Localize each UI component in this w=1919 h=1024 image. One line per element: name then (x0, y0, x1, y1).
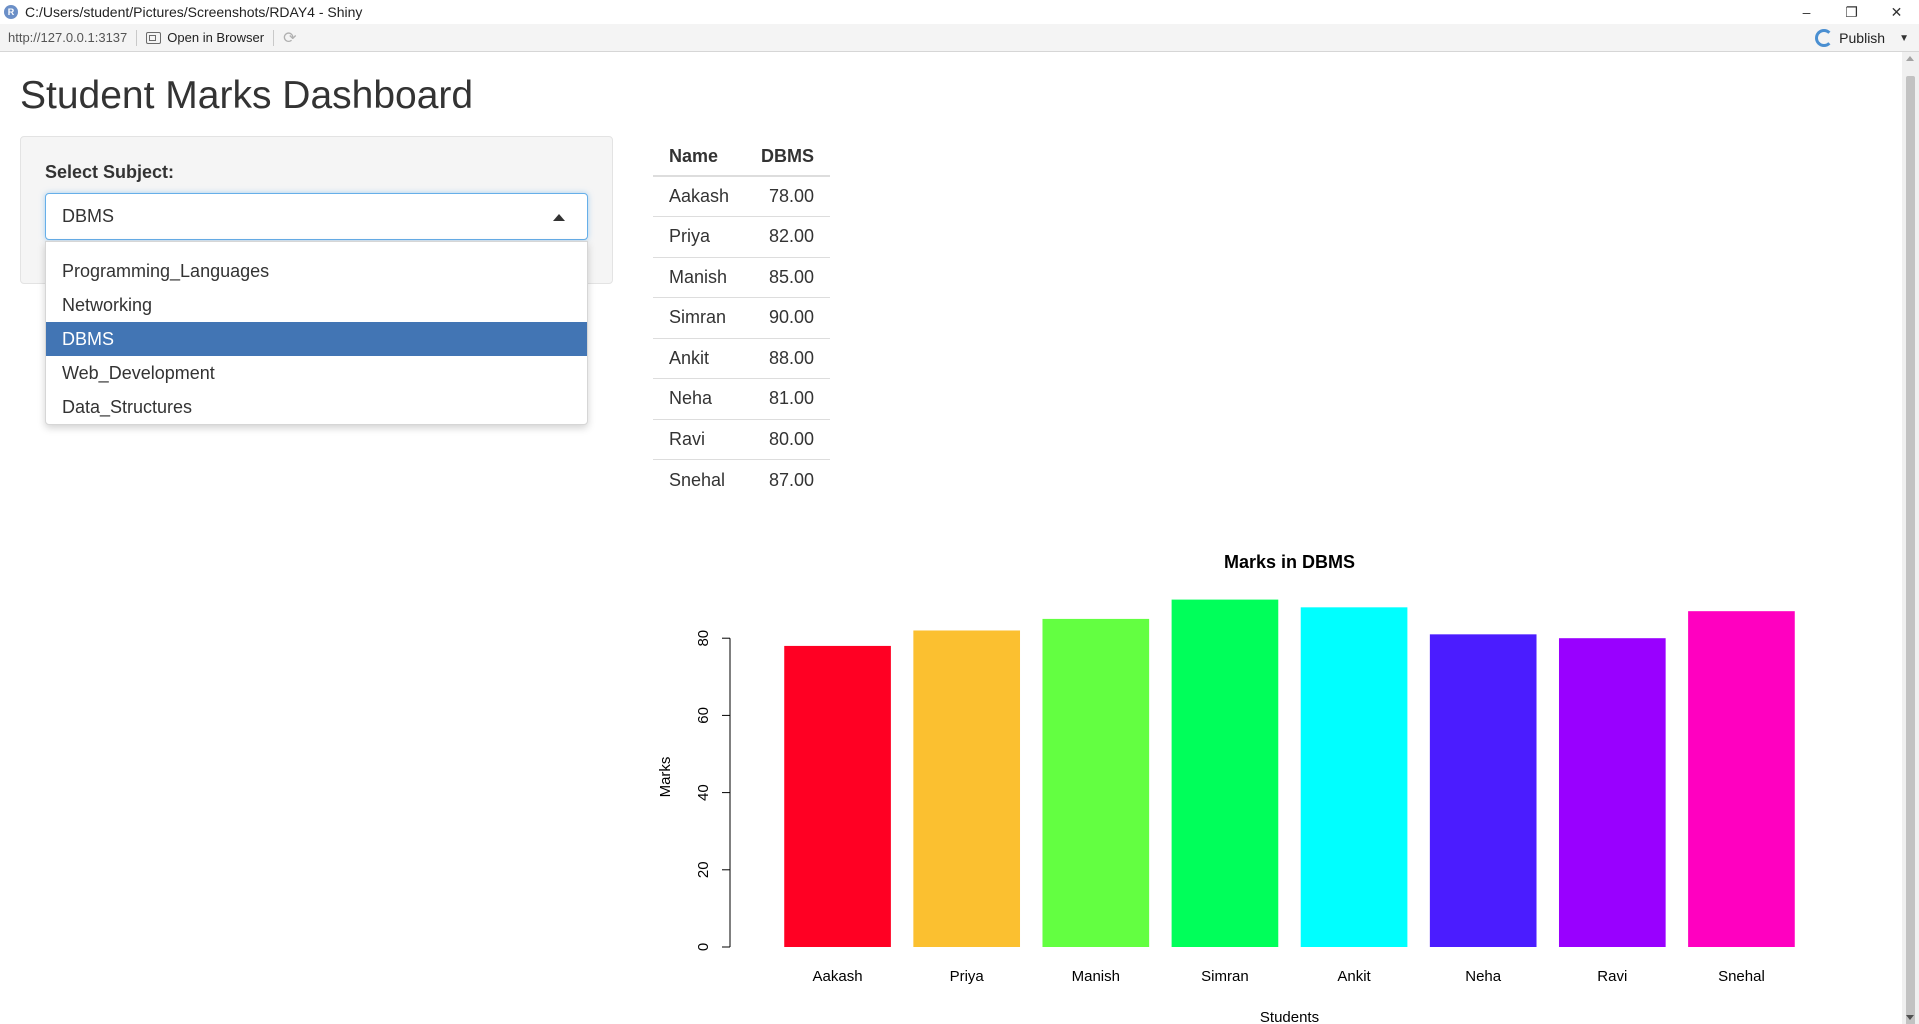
marks-bar-chart: Marks in DBMS Aakash Priya Manish Simran Anki… (657, 552, 1795, 1024)
dropdown-option-networking[interactable]: Networking (46, 288, 587, 322)
cell-mark: 80.00 (745, 418, 831, 460)
x-tick-label: Priya (950, 968, 985, 985)
bar-aakash (784, 645, 891, 947)
table-row: Manish 85.00 (653, 256, 831, 298)
x-tick-label: Neha (1465, 968, 1502, 985)
dropdown-option-web-development[interactable]: Web_Development (46, 356, 587, 390)
scrollbar-thumb[interactable] (1906, 76, 1915, 1024)
bar-neha (1429, 634, 1537, 947)
table-header-row: Name DBMS (653, 137, 831, 177)
cell-mark: 78.00 (745, 175, 831, 217)
bar-priya (913, 630, 1021, 947)
y-tick-label: 0 (695, 943, 712, 951)
dropdown-option-data-structures[interactable]: Data_Structures (46, 390, 587, 424)
x-tick-label: Aakash (813, 968, 863, 985)
cell-name: Neha (653, 378, 746, 419)
close-button[interactable]: ✕ (1874, 0, 1919, 24)
subject-dropdown-menu: Programming_Languages Networking DBMS We… (45, 241, 588, 425)
table-row: Snehal 87.00 (653, 459, 831, 500)
refresh-icon[interactable]: ⟳ (283, 28, 296, 48)
bar-manish (1042, 618, 1150, 947)
x-tick-label: Snehal (1718, 968, 1765, 985)
cell-mark: 85.00 (745, 256, 831, 298)
cell-mark: 90.00 (745, 297, 831, 338)
viewer-toolbar: http://127.0.0.1:3137 Open in Browser ⟳ … (0, 24, 1919, 52)
caret-up-icon (553, 214, 565, 221)
scroll-up-arrow-icon[interactable] (1906, 56, 1914, 61)
toolbar-divider (273, 29, 275, 46)
cell-name: Aakash (653, 175, 746, 217)
x-tick-label: Manish (1072, 968, 1120, 985)
toolbar-divider (136, 29, 138, 46)
r-app-icon: R (4, 5, 18, 19)
table-row: Neha 81.00 (653, 378, 831, 419)
restore-button[interactable]: ❐ (1829, 0, 1874, 24)
bar-ankit (1300, 607, 1408, 947)
table-row: Ankit 88.00 (653, 337, 831, 379)
subject-select-value: DBMS (62, 206, 115, 226)
cell-name: Ankit (653, 337, 746, 379)
x-tick-label: Simran (1201, 968, 1249, 985)
select-subject-label: Select Subject: (45, 162, 175, 182)
cell-name: Ravi (653, 418, 746, 460)
y-tick-label: 40 (695, 784, 712, 801)
bar-ravi (1558, 638, 1666, 947)
vertical-scrollbar[interactable] (1902, 52, 1919, 1024)
x-axis-label: Students (1260, 1009, 1319, 1024)
cell-mark: 81.00 (745, 378, 831, 419)
table-row: Simran 90.00 (653, 297, 831, 338)
open-browser-icon (146, 31, 162, 44)
cell-name: Priya (653, 216, 746, 257)
cell-mark: 88.00 (745, 337, 831, 379)
scroll-down-arrow-icon[interactable] (1906, 1015, 1914, 1020)
table-row: Aakash 78.00 (653, 175, 831, 217)
open-in-browser-button[interactable]: Open in Browser (146, 30, 264, 45)
table-header-name: Name (653, 137, 746, 177)
bar-simran (1171, 599, 1279, 947)
publish-label: Publish (1839, 30, 1886, 46)
cell-name: Manish (653, 256, 746, 298)
cell-name: Snehal (653, 459, 746, 500)
cell-name: Simran (653, 297, 746, 338)
dropdown-option-dbms[interactable]: DBMS (46, 322, 587, 356)
y-axis-label: Marks (657, 757, 674, 798)
subject-select[interactable]: DBMS (45, 193, 588, 240)
marks-table: Name DBMS Aakash 78.00 Priya 82.00 Manish 8… (653, 137, 831, 500)
y-tick-label: 80 (695, 630, 712, 647)
page-title: Student Marks Dashboard (20, 74, 474, 117)
x-tick-label: Ravi (1597, 968, 1627, 985)
minimize-button[interactable]: – (1784, 0, 1829, 24)
cell-mark: 82.00 (745, 216, 831, 257)
window-titlebar: R C:/Users/student/Pictures/Screenshots/… (0, 0, 1919, 24)
bar-snehal (1688, 611, 1795, 947)
open-in-browser-label: Open in Browser (167, 30, 265, 45)
y-tick-label: 20 (695, 861, 712, 878)
window-title: C:/Users/student/Pictures/Screenshots/RD… (25, 4, 363, 20)
chart-title: Marks in DBMS (1224, 552, 1355, 572)
table-row: Priya 82.00 (653, 216, 831, 257)
publish-icon (1815, 29, 1834, 47)
table-row: Ravi 80.00 (653, 418, 831, 460)
chevron-down-icon[interactable]: ▼ (1899, 33, 1909, 44)
publish-button[interactable]: Publish ▼ (1815, 24, 1909, 52)
y-tick-label: 60 (695, 707, 712, 724)
window-controls: – ❐ ✕ (1784, 0, 1919, 24)
dropdown-option-programming-languages[interactable]: Programming_Languages (46, 254, 587, 288)
table-header-subject: DBMS (745, 137, 831, 177)
url-display: http://127.0.0.1:3137 (8, 30, 128, 45)
cell-mark: 87.00 (745, 459, 831, 500)
x-tick-label: Ankit (1337, 968, 1371, 985)
